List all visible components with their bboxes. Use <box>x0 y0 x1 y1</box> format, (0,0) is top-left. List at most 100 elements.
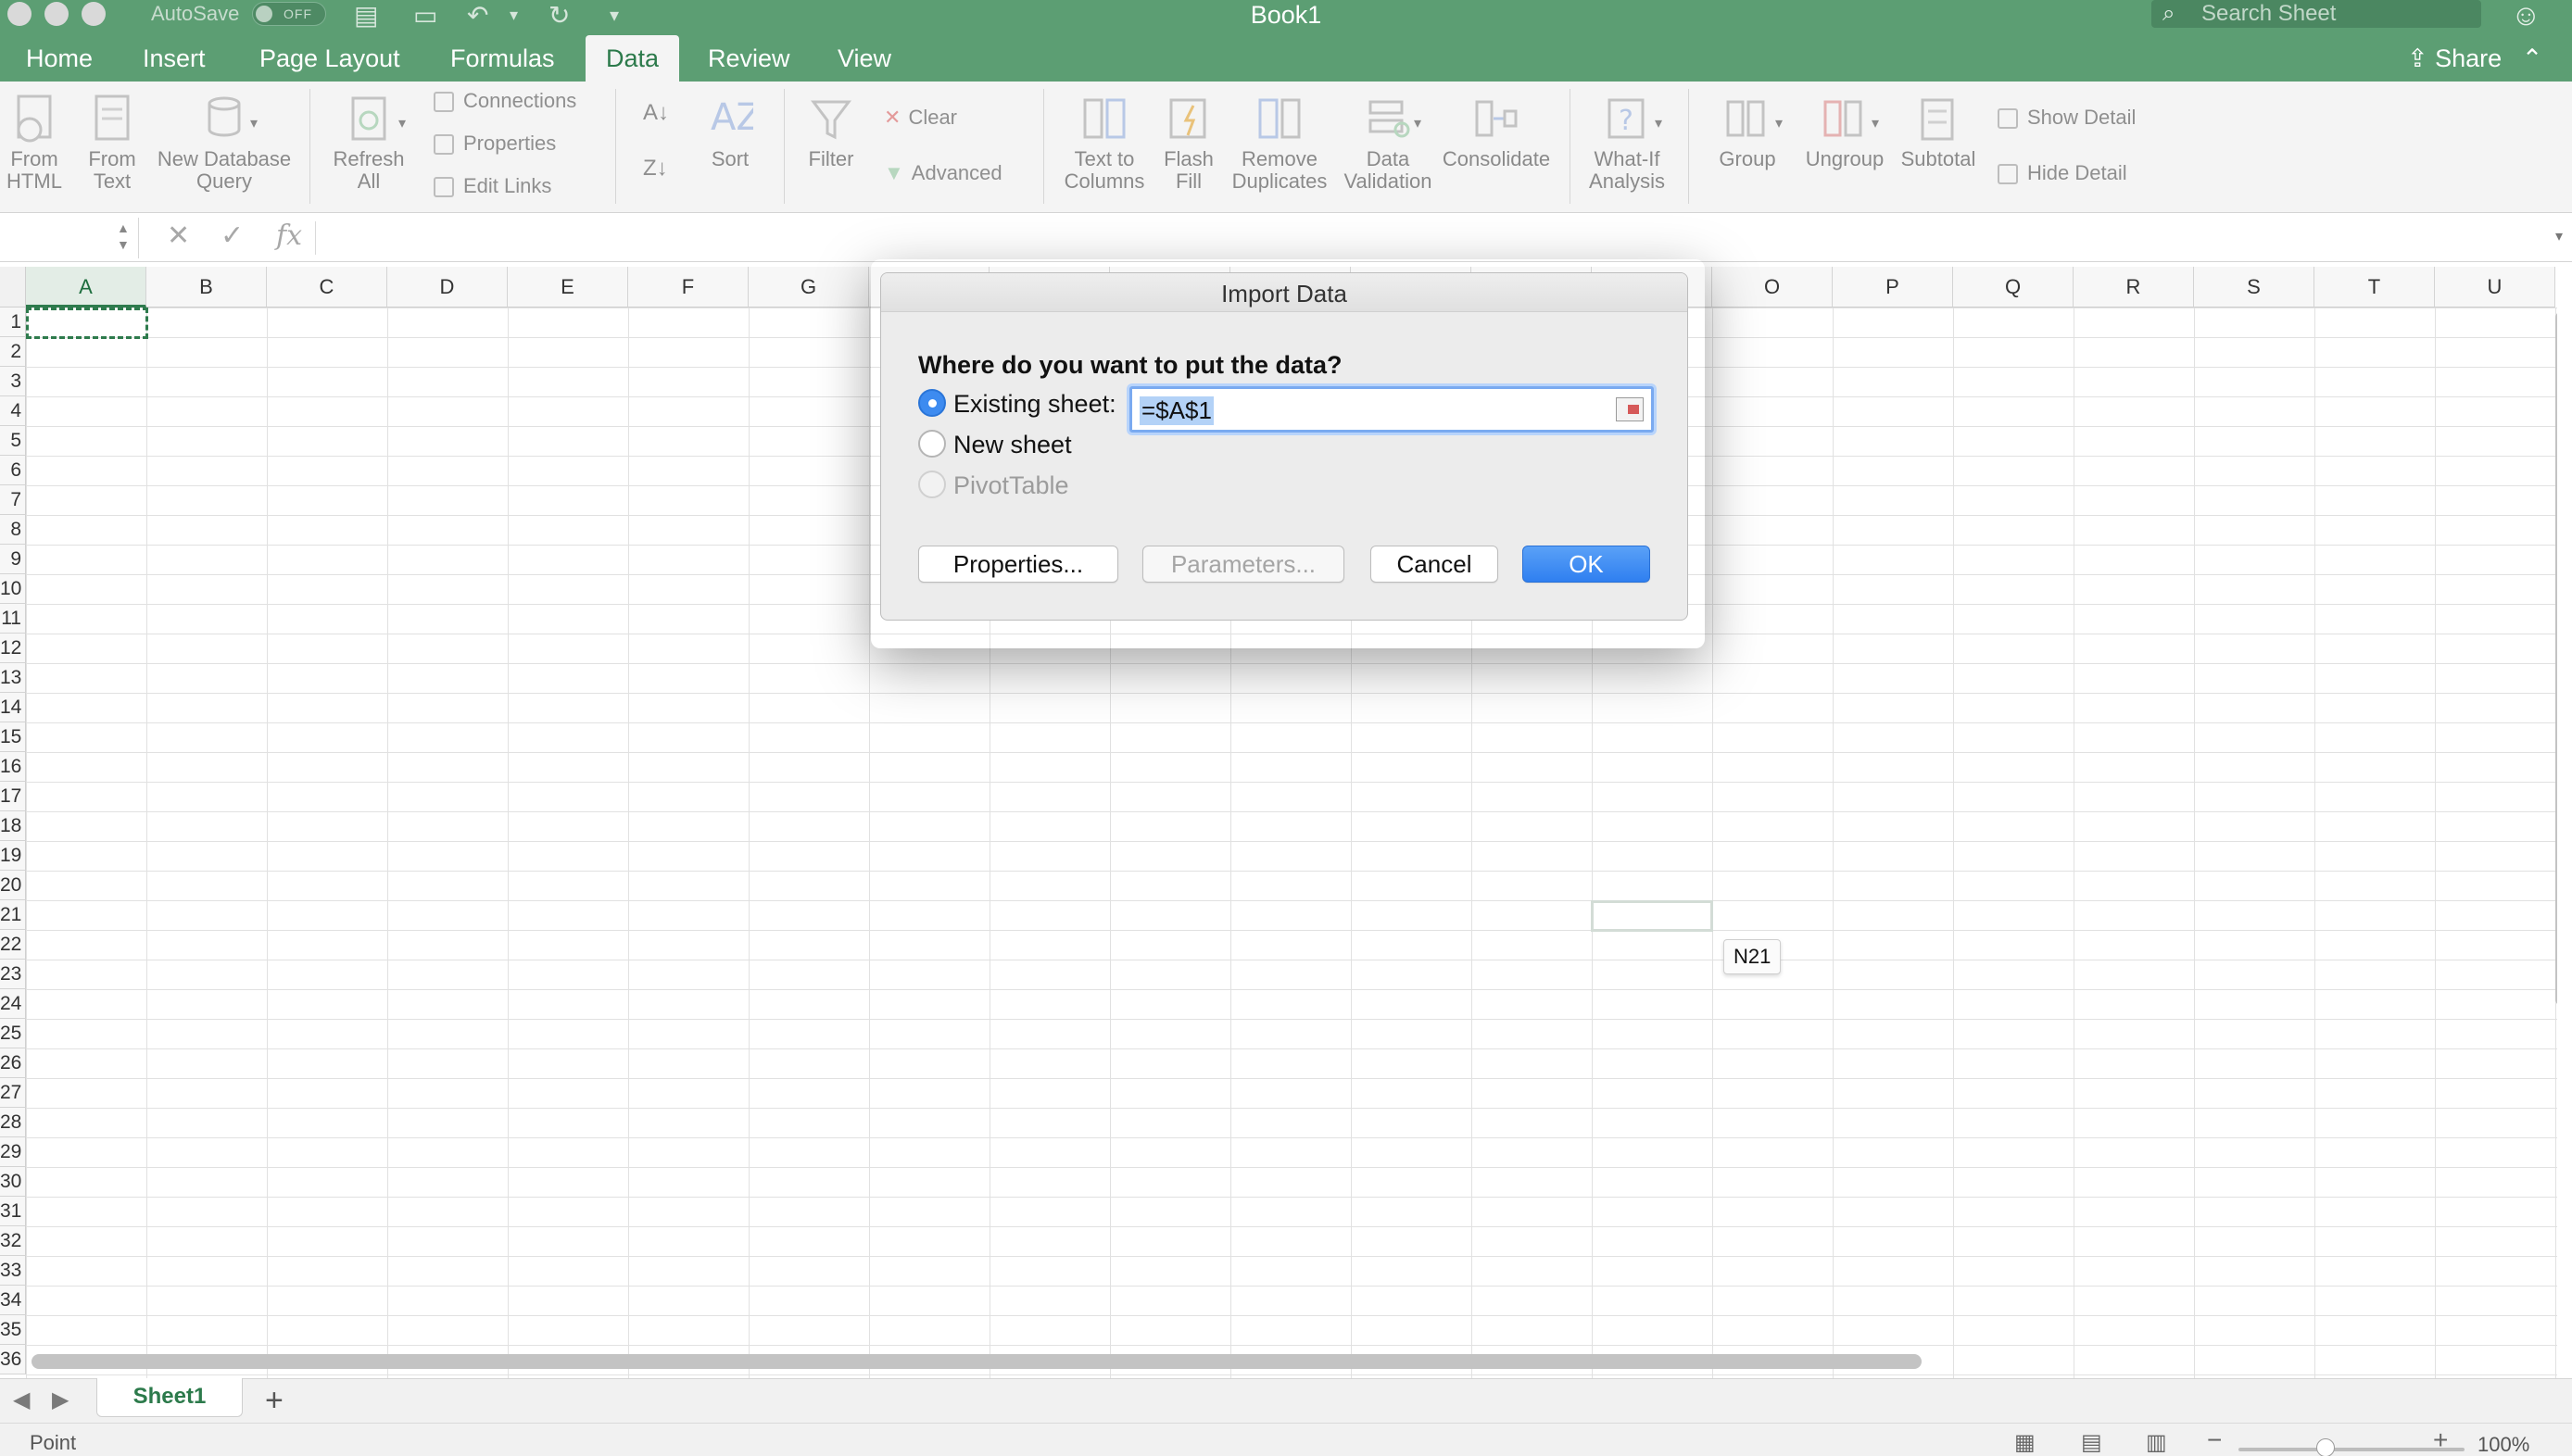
zoom-in-icon[interactable]: + <box>2433 1425 2448 1455</box>
edit-links-button[interactable]: Edit Links <box>434 174 551 198</box>
filter-button[interactable]: Filter <box>799 93 864 170</box>
tab-data[interactable]: Data <box>586 35 680 82</box>
row-header-11[interactable]: 11 <box>0 604 26 634</box>
reference-input[interactable]: =$A$1 <box>1129 386 1654 433</box>
row-header-18[interactable]: 18 <box>0 811 26 841</box>
properties-button[interactable]: Properties... <box>918 546 1118 583</box>
consolidate-button[interactable]: Consolidate <box>1436 93 1557 170</box>
row-header-29[interactable]: 29 <box>0 1137 26 1167</box>
sort-ascending-icon[interactable]: A↓ <box>643 100 669 126</box>
next-sheet-icon[interactable]: ▶ <box>52 1387 69 1413</box>
horizontal-scrollbar[interactable] <box>32 1354 1922 1369</box>
existing-sheet-option[interactable]: Existing sheet: <box>918 388 1116 420</box>
existing-sheet-radio[interactable] <box>918 388 946 417</box>
new-sheet-option[interactable]: New sheet <box>918 429 1072 460</box>
column-header-C[interactable]: C <box>267 267 387 308</box>
column-header-U[interactable]: U <box>2435 267 2555 308</box>
collapse-dialog-icon[interactable] <box>1616 397 1644 421</box>
show-detail-button[interactable]: Show Detail <box>1998 106 2136 130</box>
tab-review[interactable]: Review <box>708 44 790 73</box>
row-header-30[interactable]: 30 <box>0 1167 26 1197</box>
name-box-stepper-icon[interactable]: ▲ ▼ <box>117 220 130 253</box>
active-cell-A1[interactable] <box>26 308 148 339</box>
search-sheet-input[interactable]: ⌕ Search Sheet <box>2151 0 2481 28</box>
row-header-9[interactable]: 9 <box>0 545 26 574</box>
refresh-all-button[interactable]: Refresh All <box>326 93 411 193</box>
row-header-31[interactable]: 31 <box>0 1197 26 1226</box>
refresh-dropdown-icon[interactable]: ▾ <box>398 113 406 135</box>
row-header-5[interactable]: 5 <box>0 426 26 456</box>
what-if-analysis-button[interactable]: ? What-If Analysis <box>1582 93 1671 193</box>
data-validation-dropdown-icon[interactable]: ▾ <box>1414 113 1421 135</box>
column-header-D[interactable]: D <box>387 267 508 308</box>
insert-function-icon[interactable]: fx <box>276 220 302 252</box>
column-header-P[interactable]: P <box>1833 267 1953 308</box>
row-header-6[interactable]: 6 <box>0 456 26 485</box>
new-db-query-dropdown-icon[interactable]: ▾ <box>250 113 258 135</box>
row-header-10[interactable]: 10 <box>0 574 26 604</box>
clear-button[interactable]: ✕ Clear <box>884 106 957 130</box>
share-button[interactable]: ⇪ Share ⌃ <box>2407 44 2542 73</box>
new-sheet-radio[interactable] <box>918 429 946 458</box>
add-sheet-icon[interactable]: + <box>265 1383 284 1419</box>
column-header-R[interactable]: R <box>2074 267 2194 308</box>
vertical-scrollbar[interactable] <box>2555 311 2557 1006</box>
row-header-20[interactable]: 20 <box>0 871 26 900</box>
sort-button[interactable]: AZ Sort <box>697 93 763 170</box>
row-header-17[interactable]: 17 <box>0 782 26 811</box>
row-header-28[interactable]: 28 <box>0 1108 26 1137</box>
expand-formula-bar-icon[interactable]: ▾ <box>2555 227 2563 245</box>
column-header-S[interactable]: S <box>2194 267 2314 308</box>
flash-fill-button[interactable]: Flash Fill <box>1158 93 1219 193</box>
ok-button[interactable]: OK <box>1522 546 1650 583</box>
normal-view-icon[interactable]: ▦ <box>2014 1429 2036 1456</box>
group-dropdown-icon[interactable]: ▾ <box>1775 113 1783 135</box>
ungroup-dropdown-icon[interactable]: ▾ <box>1872 113 1879 135</box>
column-header-F[interactable]: F <box>628 267 749 308</box>
feedback-smiley-icon[interactable]: ☺ <box>2511 0 2541 32</box>
column-header-B[interactable]: B <box>146 267 267 308</box>
enter-entry-icon[interactable]: ✓ <box>221 220 244 252</box>
column-header-A[interactable]: A <box>26 267 146 308</box>
text-to-columns-button[interactable]: Text to Columns <box>1053 93 1156 193</box>
hide-detail-button[interactable]: Hide Detail <box>1998 161 2127 185</box>
collapse-ribbon-icon[interactable]: ⌃ <box>2522 44 2543 72</box>
row-header-34[interactable]: 34 <box>0 1286 26 1315</box>
properties-button[interactable]: Properties <box>434 132 556 156</box>
row-header-36[interactable]: 36 <box>0 1345 26 1374</box>
row-header-22[interactable]: 22 <box>0 930 26 960</box>
zoom-out-icon[interactable]: − <box>2207 1425 2222 1455</box>
column-header-G[interactable]: G <box>749 267 869 308</box>
row-header-2[interactable]: 2 <box>0 337 26 367</box>
row-header-16[interactable]: 16 <box>0 752 26 782</box>
new-database-query-button[interactable]: New Database Query <box>154 93 295 193</box>
tab-home[interactable]: Home <box>26 44 93 73</box>
row-header-24[interactable]: 24 <box>0 989 26 1019</box>
cancel-entry-icon[interactable]: ✕ <box>167 220 190 252</box>
row-header-23[interactable]: 23 <box>0 960 26 989</box>
row-header-33[interactable]: 33 <box>0 1256 26 1286</box>
select-all-corner[interactable] <box>0 267 26 308</box>
subtotal-button[interactable]: Subtotal <box>1896 93 1981 170</box>
page-layout-view-icon[interactable]: ▤ <box>2081 1429 2102 1456</box>
name-box[interactable]: ▲ ▼ <box>0 218 139 258</box>
row-header-27[interactable]: 27 <box>0 1078 26 1108</box>
row-header-32[interactable]: 32 <box>0 1226 26 1256</box>
previous-sheet-icon[interactable]: ◀ <box>13 1387 30 1413</box>
row-header-1[interactable]: 1 <box>0 308 26 337</box>
zoom-slider[interactable] <box>2238 1448 2465 1451</box>
tab-page-layout[interactable]: Page Layout <box>259 44 400 73</box>
row-header-21[interactable]: 21 <box>0 900 26 930</box>
tab-formulas[interactable]: Formulas <box>450 44 555 73</box>
row-header-4[interactable]: 4 <box>0 396 26 426</box>
row-header-25[interactable]: 25 <box>0 1019 26 1048</box>
row-header-26[interactable]: 26 <box>0 1048 26 1078</box>
row-header-7[interactable]: 7 <box>0 485 26 515</box>
row-header-14[interactable]: 14 <box>0 693 26 722</box>
column-header-Q[interactable]: Q <box>1953 267 2074 308</box>
tab-view[interactable]: View <box>838 44 891 73</box>
row-header-35[interactable]: 35 <box>0 1315 26 1345</box>
sort-descending-icon[interactable]: Z↓ <box>643 156 668 182</box>
row-header-12[interactable]: 12 <box>0 634 26 663</box>
advanced-filter-button[interactable]: ▼ Advanced <box>884 161 1002 185</box>
